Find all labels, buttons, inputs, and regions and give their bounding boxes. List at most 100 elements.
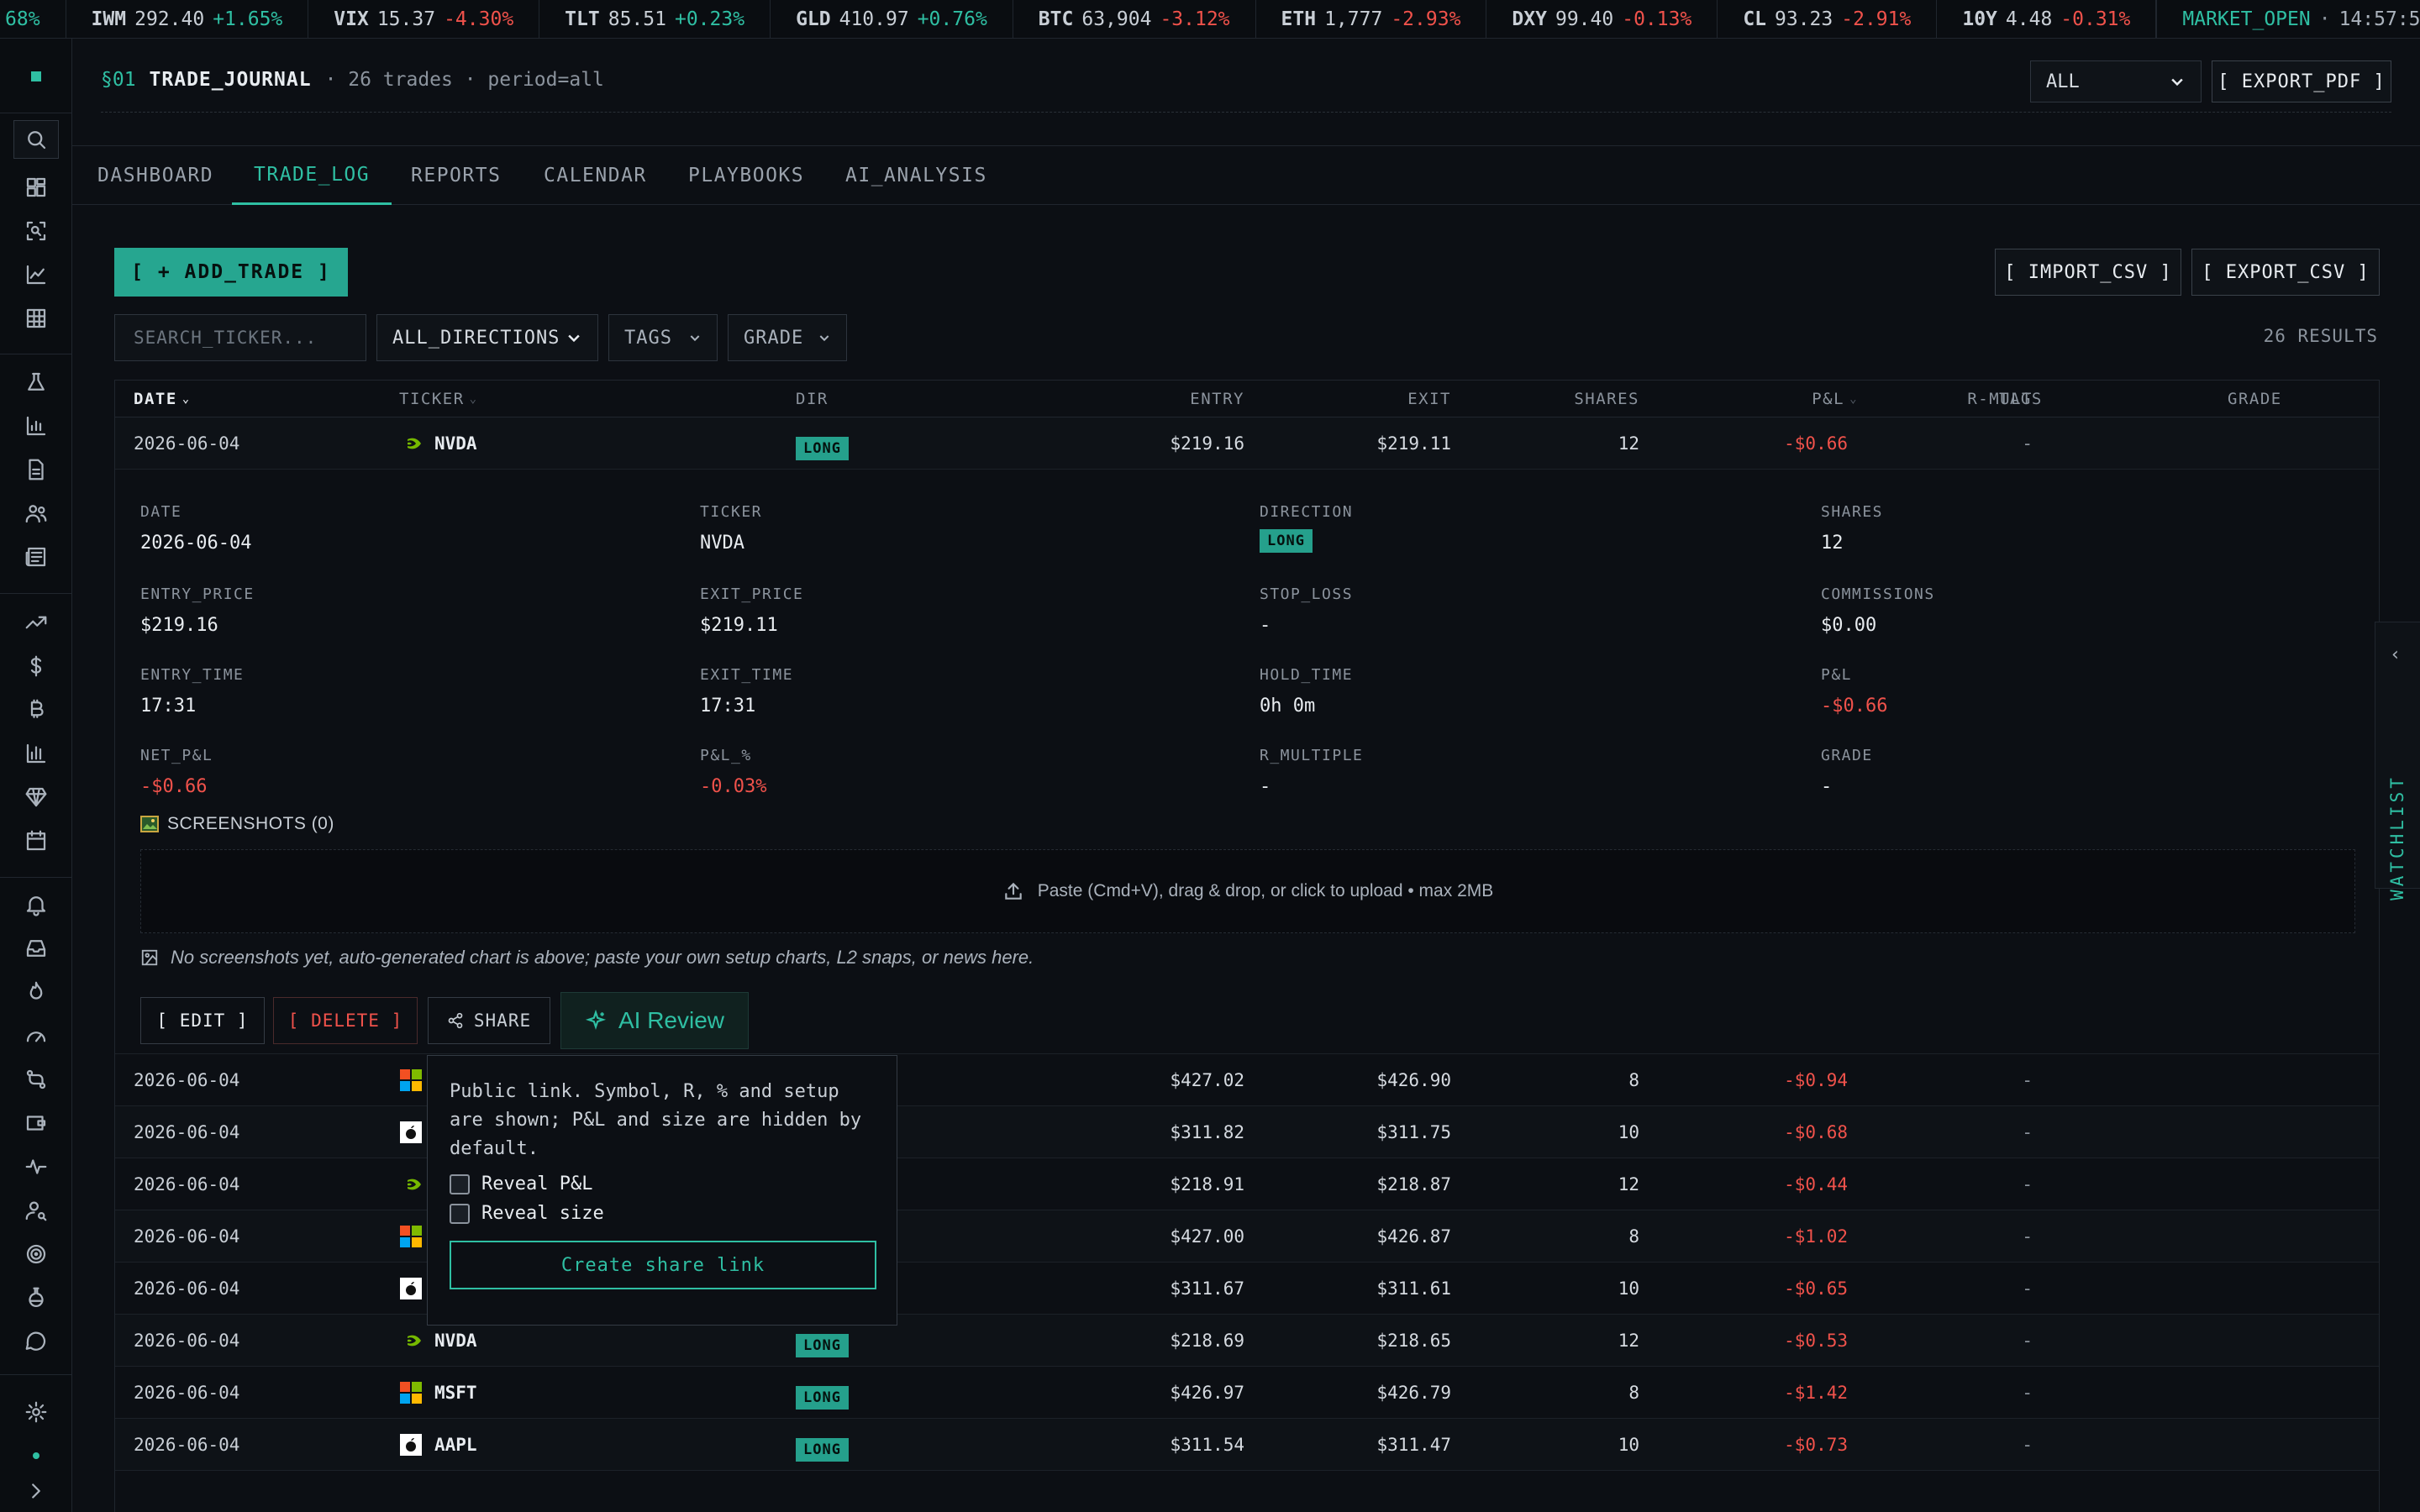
ticker-item[interactable]: CL 93.23 -2.91% <box>1718 0 1938 38</box>
tab-trade-log[interactable]: TRADE_LOG <box>232 146 392 205</box>
pulse-icon[interactable] <box>13 1147 59 1186</box>
row-entry: $311.54 <box>1170 1435 1244 1455</box>
edit-button[interactable]: [ EDIT ] <box>140 997 265 1044</box>
row-r-mult: - <box>2022 1226 2033 1247</box>
row-date: 2026-06-04 <box>134 1174 240 1194</box>
lab-icon[interactable] <box>13 1278 59 1317</box>
chat-icon[interactable] <box>13 1322 59 1361</box>
row-shares: 8 <box>1628 1070 1639 1090</box>
scan-icon[interactable] <box>13 212 59 250</box>
row-pnl: -$0.53 <box>1784 1331 1848 1351</box>
dashboard-icon[interactable] <box>13 168 59 207</box>
table-icon[interactable] <box>13 299 59 338</box>
row-entry: $427.00 <box>1170 1226 1244 1247</box>
grade-filter[interactable]: GRADE <box>728 314 847 361</box>
trending-up-icon[interactable] <box>13 603 59 642</box>
wallet-icon[interactable] <box>13 1104 59 1142</box>
ai-review-button[interactable]: AI Review <box>560 992 749 1049</box>
tags-filter[interactable]: TAGS <box>608 314 718 361</box>
ticker-item[interactable]: GLD 410.97 +0.76% <box>771 0 1013 38</box>
calendar-icon[interactable] <box>13 822 59 860</box>
dollar-icon[interactable] <box>13 647 59 685</box>
row-shares: 10 <box>1618 1435 1639 1455</box>
row-entry: $218.91 <box>1170 1174 1244 1194</box>
newspaper-icon[interactable] <box>13 538 59 576</box>
diamond-icon[interactable] <box>13 778 59 816</box>
exchange-icon[interactable] <box>13 1060 59 1099</box>
export-csv-button[interactable]: [ EXPORT_CSV ] <box>2191 249 2380 296</box>
table-row-expanded[interactable]: 2026-06-04 NVDA LONG $219.16 $219.11 12 … <box>115 417 2379 470</box>
row-r-mult: - <box>2022 1278 2033 1299</box>
flask-icon[interactable] <box>13 363 59 402</box>
nvidia-logo <box>399 1329 423 1352</box>
search-icon[interactable] <box>13 120 59 159</box>
tab-reports[interactable]: REPORTS <box>411 146 501 205</box>
create-share-link-button[interactable]: Create share link <box>450 1241 876 1289</box>
tab-dashboard[interactable]: DASHBOARD <box>97 146 213 205</box>
direction-select[interactable]: ALL_DIRECTIONS <box>376 314 598 361</box>
ticker-item[interactable]: IWM 292.40 +1.65% <box>66 0 309 38</box>
ticker-item[interactable]: BTC 63,904 -3.12% <box>1013 0 1256 38</box>
row-ticker: MSFT <box>399 1367 477 1419</box>
watchlist-drawer-tab[interactable]: ‹ WATCHLIST <box>2375 622 2420 900</box>
import-csv-button[interactable]: [ IMPORT_CSV ] <box>1995 249 2181 296</box>
reveal-size-checkbox[interactable]: Reveal size <box>450 1203 875 1224</box>
column-tags: TAGS <box>1999 390 2043 408</box>
table-row[interactable]: 2026-06-04 MSFT LONG $426.97 $426.79 8 -$1.42 - <box>115 1367 2379 1419</box>
ticker-item[interactable]: DXY 99.40 -0.13% <box>1486 0 1718 38</box>
ticker-item[interactable]: 10Y 4.48 -0.31% <box>1937 0 2157 38</box>
row-shares: 10 <box>1618 1278 1639 1299</box>
flame-icon[interactable] <box>13 973 59 1011</box>
ticker-item[interactable]: VIX 15.37 -4.30% <box>308 0 540 38</box>
table-row[interactable]: 2026-06-04 AAPL LONG $311.54 $311.47 10 -$0.73… <box>115 1419 2379 1471</box>
tab-ai-analysis[interactable]: AI_ANALYSIS <box>845 146 987 205</box>
delete-button[interactable]: [ DELETE ] <box>273 997 418 1044</box>
column-date[interactable]: DATE ⌄ <box>134 381 191 417</box>
bell-icon[interactable] <box>13 885 59 924</box>
trade-table: DATE ⌄ TICKER ⌄ DIR ENTRY EXIT SHARES P&L ⌄… <box>114 380 2380 1512</box>
bitcoin-icon[interactable] <box>13 690 59 729</box>
ticker-item[interactable]: ETH 1,777 -2.93% <box>1256 0 1487 38</box>
screenshot-dropzone[interactable]: Paste (Cmd+V), drag & drop, or click to … <box>140 849 2355 933</box>
target-icon[interactable] <box>13 1235 59 1273</box>
column-ticker[interactable]: TICKER ⌄ <box>399 381 478 417</box>
row-direction: LONG <box>796 1424 849 1476</box>
left-nav-rail <box>0 39 72 1512</box>
tab-calendar[interactable]: CALENDAR <box>544 146 647 205</box>
document-icon[interactable] <box>13 450 59 489</box>
gear-icon[interactable] <box>13 1393 59 1431</box>
inbox-icon[interactable] <box>13 929 59 968</box>
nvidia-logo <box>399 432 423 455</box>
image-placeholder-icon <box>141 949 158 966</box>
reveal-pnl-checkbox[interactable]: Reveal P&L <box>450 1173 875 1194</box>
ticker-item[interactable]: TLT 85.51 +0.23% <box>539 0 771 38</box>
bar-chart-icon[interactable] <box>13 407 59 445</box>
row-direction: LONG <box>796 1372 849 1424</box>
row-pnl: -$1.02 <box>1784 1226 1848 1247</box>
tab-playbooks[interactable]: PLAYBOOKS <box>688 146 804 205</box>
export-pdf-button[interactable]: [ EXPORT_PDF ] <box>2212 60 2391 102</box>
line-chart-icon[interactable] <box>13 255 59 294</box>
row-r-mult: - <box>2022 1331 2033 1351</box>
chevron-down-icon <box>2171 78 2183 87</box>
search-ticker-input[interactable]: SEARCH_TICKER... <box>114 314 366 361</box>
row-pnl: -$0.68 <box>1784 1122 1848 1142</box>
stats-icon[interactable] <box>13 734 59 773</box>
users-icon[interactable] <box>13 494 59 533</box>
add-trade-button[interactable]: [ + ADD_TRADE ] <box>114 248 348 297</box>
app-logo[interactable] <box>13 57 59 96</box>
detail-stop-loss: STOP_LOSS - <box>1260 585 1354 636</box>
checkbox[interactable] <box>450 1173 470 1194</box>
user-search-icon[interactable] <box>13 1191 59 1230</box>
checkbox[interactable] <box>450 1203 470 1224</box>
share-button[interactable]: SHARE <box>428 997 550 1044</box>
period-select[interactable]: ALL <box>2030 60 2202 102</box>
ticker-item[interactable]: 68% <box>0 0 66 38</box>
expand-chevron-icon[interactable] <box>13 1472 59 1510</box>
row-ticker: AAPL <box>399 1419 477 1471</box>
chevron-down-icon <box>690 335 700 342</box>
column-pnl[interactable]: P&L ⌄ <box>1639 381 1858 417</box>
detail-shares: SHARES 12 <box>1821 503 1884 554</box>
row-shares: 10 <box>1618 1122 1639 1142</box>
gauge-icon[interactable] <box>13 1016 59 1055</box>
